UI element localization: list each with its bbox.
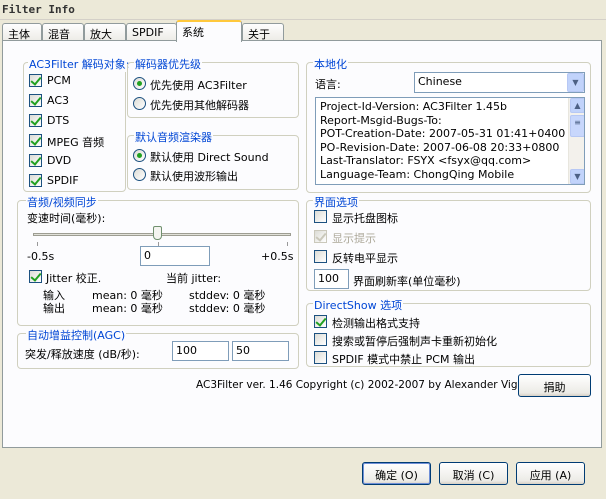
refresh-rate-input[interactable]: 100 [314, 269, 349, 289]
decode-group-title: AC3Filter 解码对象: [28, 56, 131, 72]
info-line: Report-Msgid-Bugs-To: [320, 113, 442, 127]
decode-pcm-label: PCM [47, 74, 71, 87]
detect-format-checkbox[interactable] [314, 315, 327, 328]
copyright-text: AC3Filter ver. 1.46 Copyright (c) 2002-2… [196, 379, 548, 391]
priority-group-title: 解码器优先级 [134, 56, 202, 72]
tray-icon-checkbox[interactable] [314, 210, 327, 223]
language-select[interactable]: Chinese ▼ [414, 72, 585, 93]
priority-ac3filter-radio[interactable] [133, 77, 146, 90]
localization-group-title: 本地化 [313, 56, 348, 72]
decode-spdif-label: SPDIF [47, 174, 79, 187]
interface-group-title: 界面选项 [313, 194, 359, 210]
agc-speed-label: 突发/释放速度 (dB/秒): [25, 348, 140, 361]
renderer-directsound-radio[interactable] [133, 149, 146, 162]
av-sync-group-title: 音频/视频同步 [26, 194, 98, 210]
refresh-rate-label: 界面刷新率(单位毫秒) [353, 275, 461, 288]
decode-mpeg-checkbox[interactable] [29, 134, 42, 147]
renderer-waveout-radio[interactable] [133, 168, 146, 181]
agc-group-title: 自动增益控制(AGC) [26, 327, 127, 343]
reinit-sound-checkbox[interactable] [314, 333, 327, 346]
window-title: Filter Info [2, 3, 75, 16]
apply-button[interactable]: 应用 (A) [516, 462, 585, 485]
info-line: PO-Revision-Date: 2007-06-08 20:33+0800 [320, 140, 560, 154]
translation-info-box[interactable]: Project-Id-Version: AC3Filter 1.45b Repo… [315, 97, 585, 185]
slider-tick [37, 242, 38, 246]
tab-about[interactable]: 关于 [242, 23, 284, 41]
scroll-down-icon[interactable]: ▼ [570, 169, 584, 184]
invert-levels-label: 反转电平显示 [332, 252, 398, 265]
jitter-label: Jitter 校正. [46, 272, 102, 285]
jitter-output-stddev: stddev: 0 毫秒 [189, 302, 266, 315]
reinit-sound-label: 搜索或暂停后强制声卡重新初始化 [332, 335, 497, 348]
spdif-no-pcm-label: SPDIF 模式中禁止 PCM 输出 [332, 353, 475, 366]
detect-format-label: 检测输出格式支持 [332, 317, 420, 330]
chevron-down-icon[interactable]: ▼ [567, 73, 584, 92]
jitter-output-label: 输出 [43, 302, 65, 315]
delay-label: 变速时间(毫秒): [27, 212, 106, 225]
scroll-thumb[interactable]: ≡ [570, 115, 584, 137]
agc-attack-input[interactable]: 100 [172, 341, 229, 361]
info-line: Language-Team: ChongQing Mobile [320, 167, 515, 181]
decode-ac3-checkbox[interactable] [29, 94, 42, 107]
renderer-directsound-label: 默认使用 Direct Sound [150, 151, 269, 164]
title-bar: Filter Info [0, 0, 606, 20]
delay-slider-thumb[interactable] [153, 226, 162, 240]
tab-gain[interactable]: 放大 [84, 23, 126, 41]
system-tab-panel: AC3Filter 解码对象: PCM AC3 DTS MPEG 音频 DVD … [2, 40, 602, 448]
decode-dvd-checkbox[interactable] [29, 154, 42, 167]
info-scrollbar[interactable]: ▲ ≡ ▼ [568, 98, 584, 184]
jitter-checkbox[interactable] [29, 270, 42, 283]
decode-spdif-checkbox[interactable] [29, 174, 42, 187]
scroll-up-icon[interactable]: ▲ [570, 98, 584, 113]
tab-spdif[interactable]: SPDIF [126, 23, 177, 41]
decode-dts-checkbox[interactable] [29, 114, 42, 127]
ok-button[interactable]: 确定 (O) [362, 462, 431, 485]
delay-input[interactable]: 0 [140, 246, 210, 266]
priority-other-radio[interactable] [133, 97, 146, 110]
priority-other-label: 优先使用其他解码器 [150, 99, 249, 112]
slider-tick [287, 242, 288, 246]
decode-ac3-label: AC3 [47, 94, 70, 107]
slider-min-label: -0.5s [27, 250, 55, 263]
decode-dvd-label: DVD [47, 154, 72, 167]
delay-slider-track [33, 233, 291, 236]
tray-icon-label: 显示托盘图标 [332, 212, 398, 225]
show-hints-label: 显示提示 [332, 232, 376, 245]
renderer-group-title: 默认音频渲染器 [134, 129, 213, 145]
tab-mixer[interactable]: 混音 [42, 23, 84, 41]
donate-button[interactable]: 捐助 [518, 374, 591, 397]
language-label: 语言: [315, 78, 341, 91]
priority-ac3filter-label: 优先使用 AC3Filter [150, 79, 247, 92]
info-line: Last-Translator: FSYX <fsyx@qq.com> [320, 154, 532, 168]
show-hints-checkbox[interactable] [314, 230, 327, 243]
slider-max-label: +0.5s [261, 250, 294, 263]
info-line: Project-Id-Version: AC3Filter 1.45b [320, 100, 508, 113]
spdif-no-pcm-checkbox[interactable] [314, 351, 327, 364]
directshow-group-title: DirectShow 选项 [313, 297, 404, 313]
renderer-waveout-label: 默认使用波形输出 [150, 170, 238, 183]
jitter-output-mean: mean: 0 毫秒 [92, 302, 163, 315]
tab-strip: 主体 混音 放大 SPDIF 系统 关于 [2, 20, 602, 42]
tab-main[interactable]: 主体 [2, 23, 42, 41]
info-line: POT-Creation-Date: 2007-05-31 01:41+0400 [320, 127, 566, 141]
decode-dts-label: DTS [47, 114, 70, 127]
decode-mpeg-label: MPEG 音频 [47, 136, 105, 149]
tab-system[interactable]: 系统 [176, 20, 242, 42]
agc-release-input[interactable]: 50 [232, 341, 289, 361]
current-jitter-label: 当前 jitter: [166, 272, 222, 285]
cancel-button[interactable]: 取消 (C) [439, 462, 508, 485]
decode-pcm-checkbox[interactable] [29, 74, 42, 87]
language-select-value: Chinese [418, 75, 462, 88]
invert-levels-checkbox[interactable] [314, 250, 327, 263]
